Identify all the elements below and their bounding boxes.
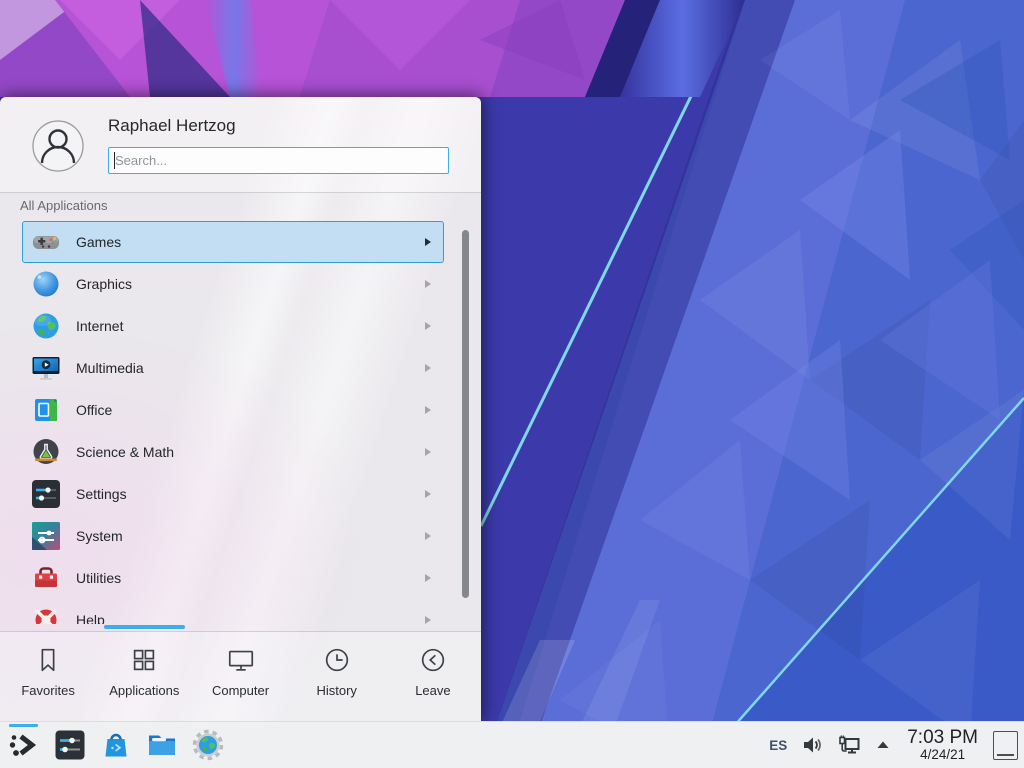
text-caret <box>114 152 115 169</box>
history-clock-icon <box>322 645 352 675</box>
tab-leave[interactable]: Leave <box>385 632 481 722</box>
category-label: Games <box>76 234 121 250</box>
submenu-arrow-icon <box>425 280 431 288</box>
category-row-science-math[interactable]: Science & Math <box>22 431 444 473</box>
search-input[interactable] <box>108 147 449 174</box>
internet-globe-icon <box>30 310 62 342</box>
active-tab-indicator <box>104 625 185 629</box>
category-label: Internet <box>76 318 123 334</box>
clock-date: 4/24/21 <box>907 748 978 762</box>
leave-icon <box>418 645 448 675</box>
category-label: Multimedia <box>76 360 144 376</box>
system-tray: ES 7:03 PM 4/24/21 <box>769 722 1018 768</box>
category-row-graphics[interactable]: Graphics <box>22 263 444 305</box>
tab-favorites[interactable]: Favorites <box>0 632 96 722</box>
science-flask-icon <box>30 436 62 468</box>
kde-launcher-icon <box>8 729 40 761</box>
category-label: Science & Math <box>76 444 174 460</box>
submenu-arrow-icon <box>425 406 431 414</box>
category-row-office[interactable]: Office <box>22 389 444 431</box>
clock-time: 7:03 PM <box>907 728 978 748</box>
user-name: Raphael Hertzog <box>108 116 236 136</box>
submenu-arrow-icon <box>425 448 431 456</box>
section-label-all-applications: All Applications <box>20 198 481 213</box>
system-settings-button[interactable] <box>54 729 86 761</box>
tab-computer[interactable]: Computer <box>192 632 288 722</box>
help-lifesaver-icon <box>30 604 62 624</box>
office-document-icon <box>30 394 62 426</box>
network-icon[interactable] <box>837 733 861 757</box>
submenu-arrow-icon <box>425 364 431 372</box>
submenu-arrow-icon <box>425 322 431 330</box>
category-row-system[interactable]: System <box>22 515 444 557</box>
tab-applications[interactable]: Applications <box>96 632 192 722</box>
dolphin-icon <box>146 729 178 761</box>
submenu-arrow-icon <box>425 616 431 624</box>
discover-icon <box>100 729 132 761</box>
category-label: Settings <box>76 486 127 502</box>
launcher-tabbar: Favorites Applications C <box>0 631 481 722</box>
system-sliders-icon <box>30 520 62 552</box>
app-grid-icon <box>129 645 159 675</box>
tab-history[interactable]: History <box>289 632 385 722</box>
application-launcher: Raphael Hertzog All Applications <box>0 97 481 722</box>
taskbar: ES 7:03 PM 4/24/21 <box>0 721 1024 768</box>
bookmark-icon <box>33 645 63 675</box>
list-scrollbar[interactable] <box>462 230 469 598</box>
app-launcher-button[interactable] <box>8 729 40 761</box>
launcher-header: Raphael Hertzog <box>0 97 481 193</box>
multimedia-monitor-icon <box>30 352 62 384</box>
tray-expander-caret-up-icon[interactable] <box>874 736 892 754</box>
category-row-settings[interactable]: Settings <box>22 473 444 515</box>
discover-button[interactable] <box>100 729 132 761</box>
category-label: Graphics <box>76 276 132 292</box>
dolphin-button[interactable] <box>146 729 178 761</box>
tab-label: Favorites <box>21 683 74 698</box>
category-row-multimedia[interactable]: Multimedia <box>22 347 444 389</box>
category-row-utilities[interactable]: Utilities <box>22 557 444 599</box>
graphics-sphere-icon <box>30 268 62 300</box>
task-active-indicator <box>9 724 38 727</box>
user-avatar-icon[interactable] <box>32 120 84 172</box>
games-icon <box>30 226 62 258</box>
submenu-arrow-icon <box>425 574 431 582</box>
submenu-arrow-icon <box>425 490 431 498</box>
category-list: All Applications <box>0 193 481 624</box>
digital-clock[interactable]: 7:03 PM 4/24/21 <box>907 728 978 762</box>
tab-label: Applications <box>109 683 179 698</box>
browser-button[interactable] <box>192 729 224 761</box>
show-desktop-button[interactable] <box>993 731 1018 760</box>
submenu-arrow-icon <box>425 238 431 246</box>
category-row-games[interactable]: Games <box>22 221 444 263</box>
tab-label: Computer <box>212 683 269 698</box>
computer-icon <box>226 645 256 675</box>
category-label: System <box>76 528 123 544</box>
submenu-arrow-icon <box>425 532 431 540</box>
utilities-toolbox-icon <box>30 562 62 594</box>
category-row-internet[interactable]: Internet <box>22 305 444 347</box>
category-label: Utilities <box>76 570 121 586</box>
desktop: Raphael Hertzog All Applications <box>0 0 1024 768</box>
keyboard-layout-indicator[interactable]: ES <box>769 738 787 753</box>
system-settings-icon <box>54 729 86 761</box>
search-field <box>108 147 449 174</box>
category-label: Office <box>76 402 112 418</box>
settings-sliders-icon <box>30 478 62 510</box>
category-row-help[interactable]: Help <box>22 599 444 624</box>
browser-globe-icon <box>192 729 224 761</box>
volume-icon[interactable] <box>800 733 824 757</box>
tab-label: Leave <box>415 683 450 698</box>
category-label: Help <box>76 612 105 624</box>
tab-label: History <box>316 683 356 698</box>
